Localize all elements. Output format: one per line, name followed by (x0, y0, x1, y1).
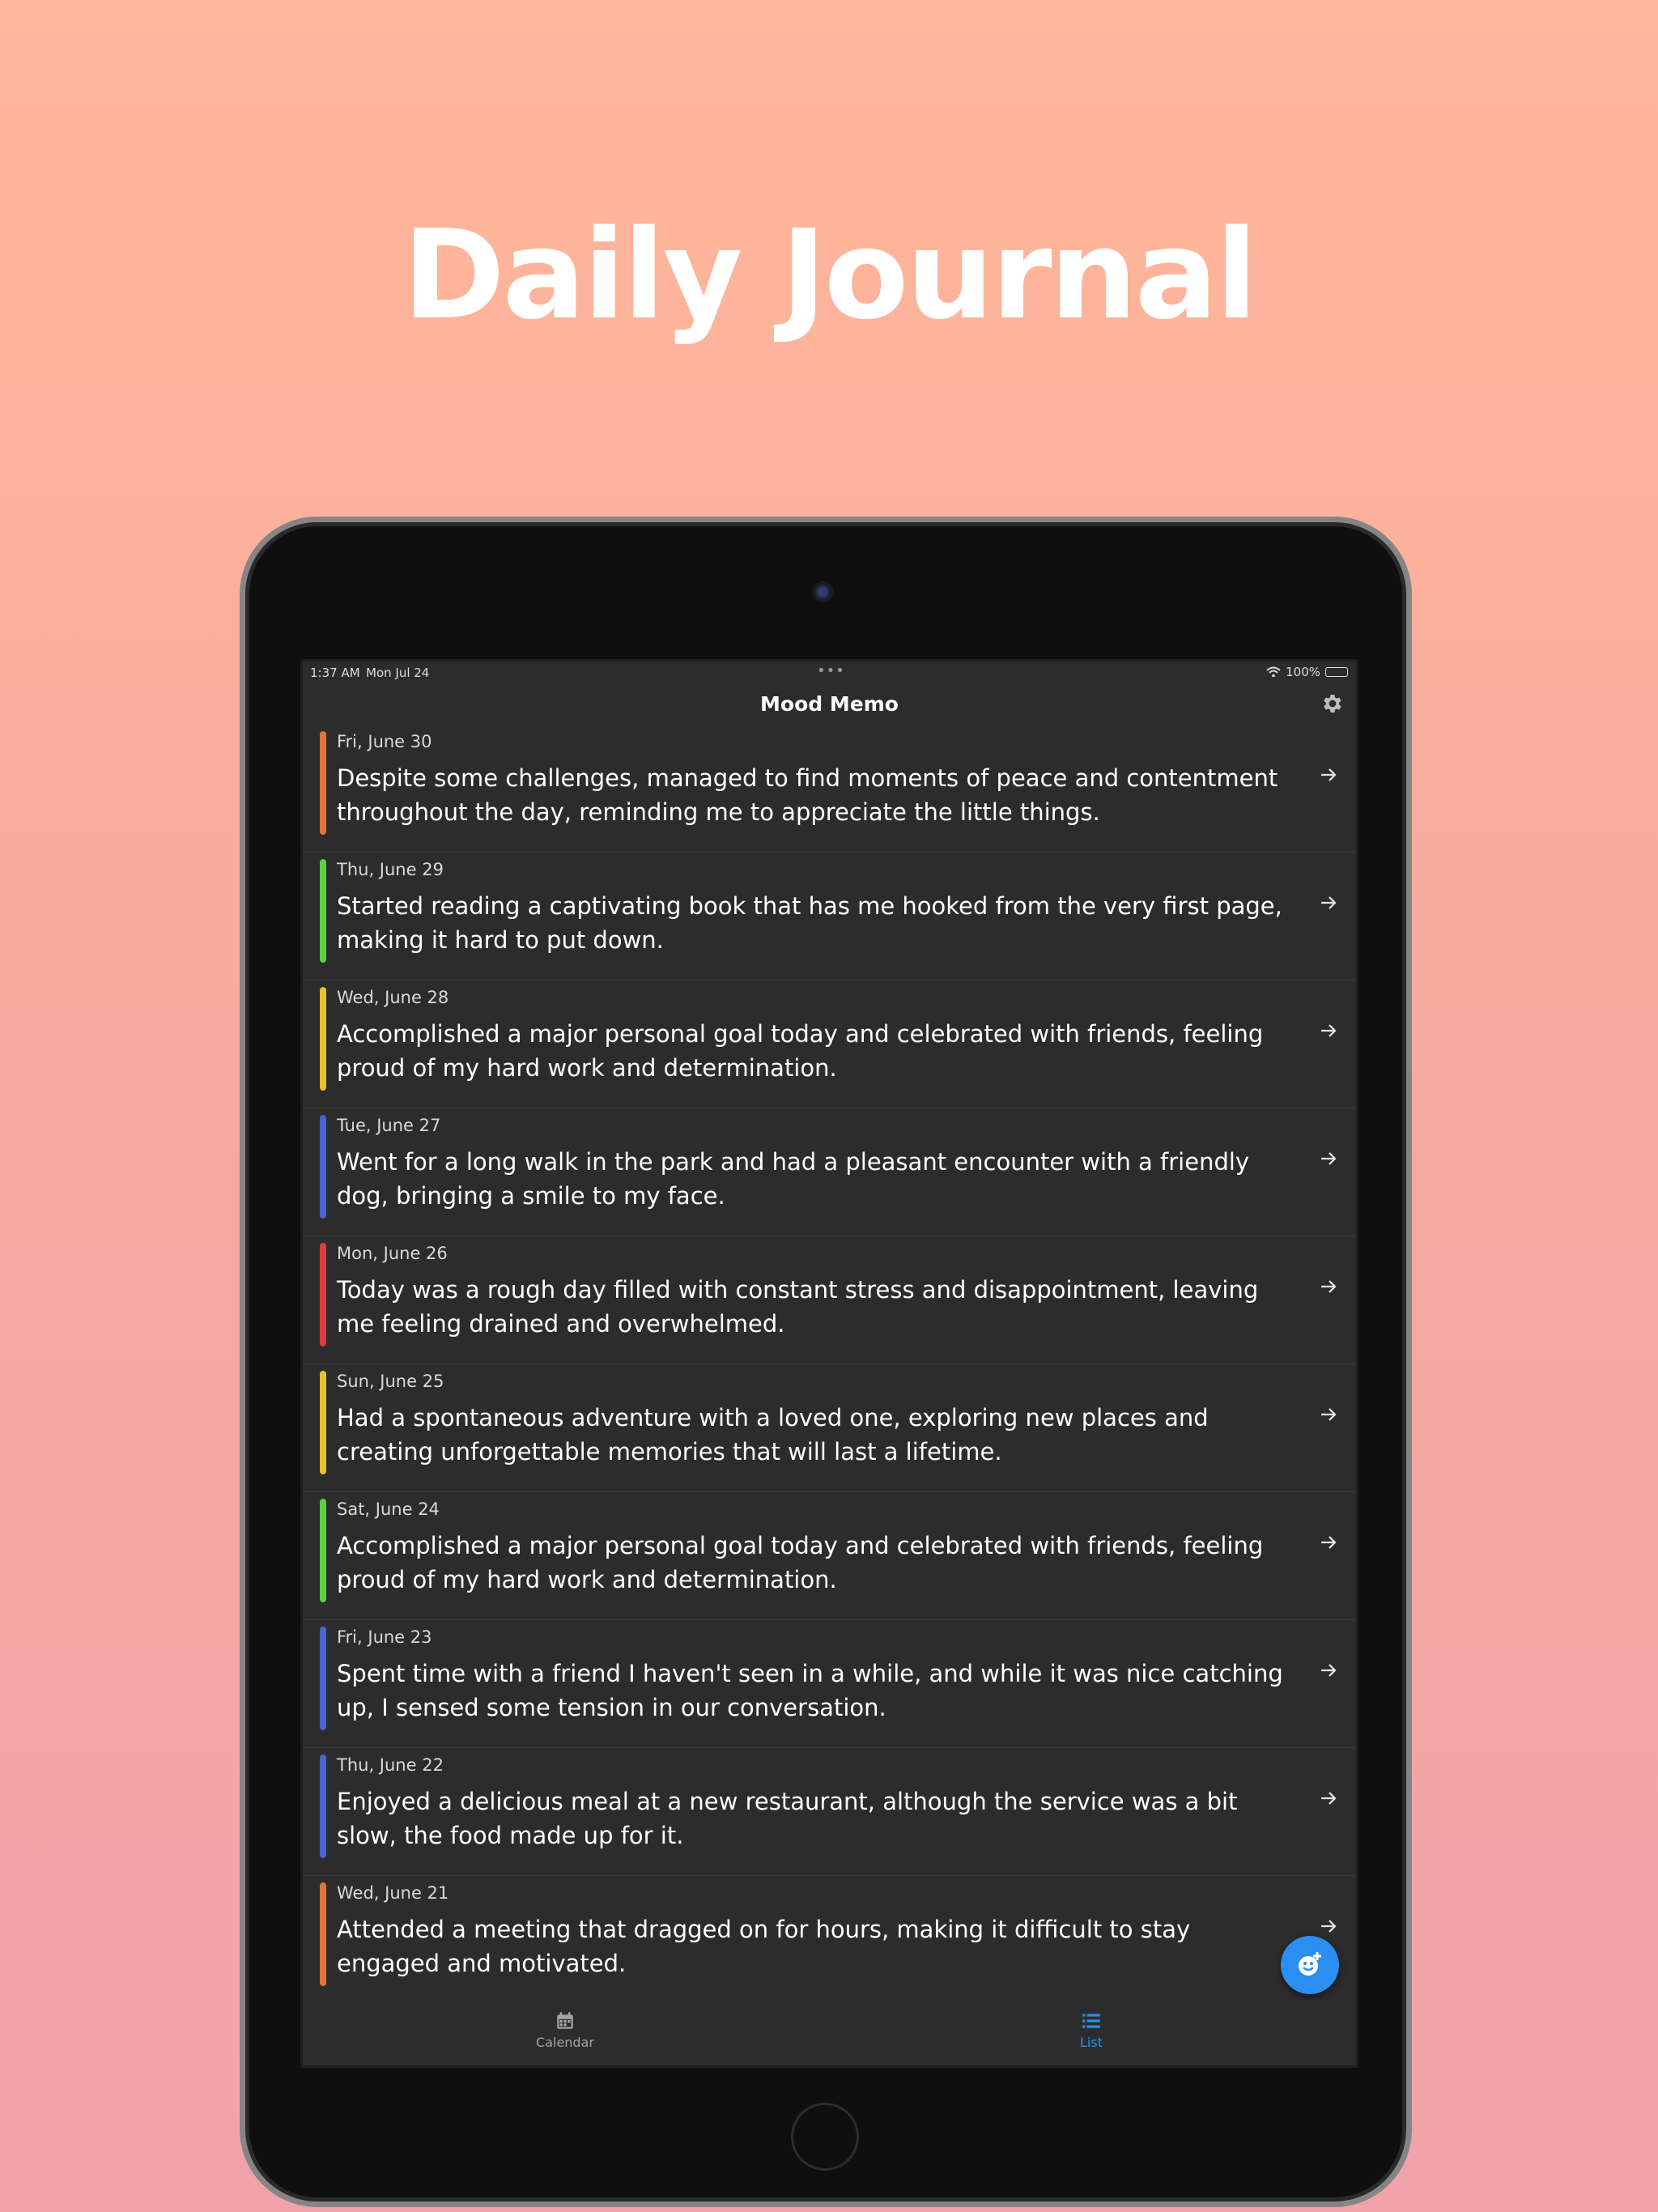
entry-text: Started reading a captivating book that … (337, 892, 1282, 954)
mood-color-bar (320, 1499, 326, 1602)
status-bar: 1:37 AM Mon Jul 24 ••• 100% (303, 661, 1356, 683)
mood-color-bar (320, 1755, 326, 1858)
entry-row[interactable]: Sat, June 24 Accomplished a major persona… (303, 1492, 1356, 1620)
arrow-right-icon[interactable] (1319, 1405, 1338, 1424)
wifi-icon (1266, 666, 1281, 678)
arrow-right-icon[interactable] (1319, 1021, 1338, 1040)
arrow-right-icon[interactable] (1319, 1916, 1338, 1936)
entry-text: Enjoyed a delicious meal at a new restau… (337, 1788, 1238, 1849)
entry-text: Accomplished a major personal goal today… (337, 1532, 1264, 1593)
tab-calendar-label: Calendar (536, 2035, 594, 2050)
headline: Daily Journal (402, 203, 1258, 347)
arrow-right-icon[interactable] (1319, 1661, 1338, 1680)
app-screen: 1:37 AM Mon Jul 24 ••• 100% Mood Memo Fr… (300, 659, 1358, 2068)
arrow-right-icon[interactable] (1319, 1149, 1338, 1168)
mood-color-bar (320, 1371, 326, 1474)
entry-date: Thu, June 22 (337, 1755, 444, 1775)
home-button[interactable] (791, 2103, 859, 2171)
add-mood-icon (1299, 1952, 1321, 1976)
entry-text: Went for a long walk in the park and had… (337, 1148, 1250, 1210)
entry-date: Thu, June 29 (337, 860, 444, 879)
status-right-group: 100% (1266, 665, 1348, 679)
mood-color-bar (320, 1243, 326, 1346)
entry-date: Sat, June 24 (337, 1499, 440, 1519)
mood-color-bar (320, 987, 326, 1091)
entry-row[interactable]: Thu, June 29 Started reading a captivatin… (303, 853, 1356, 981)
tab-list-label: List (1080, 2035, 1103, 2050)
entry-text: Accomplished a major personal goal today… (337, 1020, 1264, 1082)
front-camera (812, 581, 833, 602)
arrow-right-icon[interactable] (1319, 1277, 1338, 1296)
mood-color-bar (320, 1115, 326, 1219)
arrow-right-icon[interactable] (1319, 765, 1338, 785)
tab-bar: Calendar List (303, 2001, 1356, 2065)
tab-calendar[interactable]: Calendar (468, 2010, 662, 2050)
entry-row[interactable]: Thu, June 22 Enjoyed a delicious meal at … (303, 1748, 1356, 1876)
entry-text: Despite some challenges, managed to find… (337, 764, 1278, 826)
entry-row[interactable]: Fri, June 23 Spent time with a friend I h… (303, 1620, 1356, 1748)
mood-color-bar (320, 731, 326, 835)
entry-row[interactable]: Mon, June 26 Today was a rough day filled… (303, 1236, 1356, 1364)
entry-date: Fri, June 30 (337, 732, 432, 751)
entry-list: Fri, June 30 Despite some challenges, man… (303, 725, 1356, 2004)
arrow-right-icon[interactable] (1319, 1533, 1338, 1552)
arrow-right-icon[interactable] (1319, 893, 1338, 912)
entry-row[interactable]: Wed, June 28 Accomplished a major persona… (303, 981, 1356, 1108)
app-title: Mood Memo (760, 692, 899, 716)
gear-icon[interactable] (1320, 691, 1345, 716)
battery-icon (1325, 667, 1348, 677)
entry-row[interactable]: Wed, June 21 Attended a meeting that drag… (303, 1876, 1356, 2004)
entry-date: Wed, June 28 (337, 988, 449, 1007)
entry-row[interactable]: Fri, June 30 Despite some challenges, man… (303, 725, 1356, 853)
entry-date: Tue, June 27 (337, 1116, 441, 1135)
mood-color-bar (320, 1882, 326, 1986)
calendar-icon (557, 2012, 573, 2029)
mood-color-bar (320, 859, 326, 963)
entry-text: Attended a meeting that dragged on for h… (337, 1916, 1191, 1977)
entry-row[interactable]: Tue, June 27 Went for a long walk in the … (303, 1108, 1356, 1236)
status-time: 1:37 AM (310, 666, 360, 680)
multitasking-dots[interactable]: ••• (817, 662, 845, 679)
entry-text: Today was a rough day filled with consta… (337, 1276, 1259, 1338)
entry-row[interactable]: Sun, June 25 Had a spontaneous adventure … (303, 1364, 1356, 1492)
list-icon (1082, 2014, 1100, 2028)
nav-bar: Mood Memo (303, 683, 1356, 725)
battery-percent: 100% (1286, 665, 1320, 679)
tab-list[interactable]: List (994, 2010, 1188, 2050)
arrow-right-icon[interactable] (1319, 1789, 1338, 1808)
add-mood-button[interactable] (1281, 1936, 1339, 1994)
status-date: Mon Jul 24 (366, 666, 430, 680)
entry-date: Fri, June 23 (337, 1627, 432, 1647)
entry-text: Had a spontaneous adventure with a loved… (337, 1404, 1209, 1465)
entry-date: Wed, June 21 (337, 1883, 449, 1903)
entry-date: Mon, June 26 (337, 1244, 448, 1263)
mood-color-bar (320, 1627, 326, 1730)
entry-date: Sun, June 25 (337, 1372, 444, 1391)
entry-text: Spent time with a friend I haven't seen … (337, 1660, 1283, 1721)
